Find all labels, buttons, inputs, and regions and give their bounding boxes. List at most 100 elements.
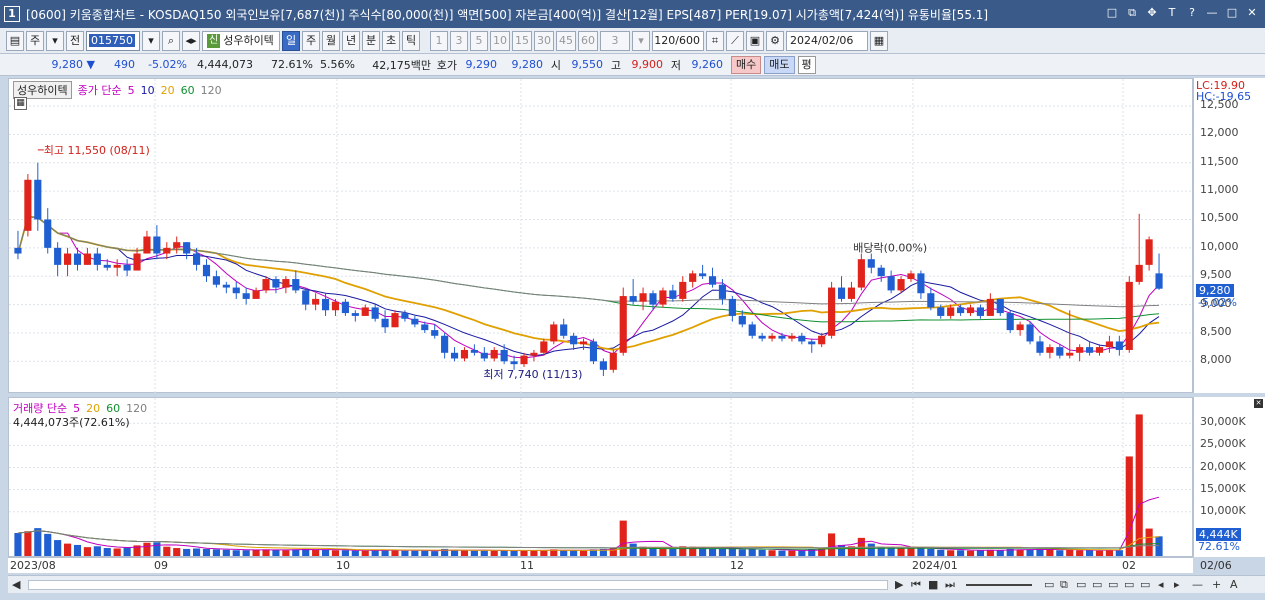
gear-icon[interactable]: ⚙: [766, 30, 784, 51]
auto-scale-icon[interactable]: A: [1230, 578, 1238, 591]
scroll-left-icon[interactable]: ◀: [12, 578, 20, 591]
volume-tick-label: 15,000K: [1200, 481, 1246, 495]
interval-5[interactable]: 5: [470, 30, 488, 51]
interval-dropdown-icon[interactable]: ▾: [632, 30, 650, 51]
period-minute[interactable]: 분: [362, 30, 380, 51]
layout-c-icon[interactable]: ▭: [1076, 578, 1086, 591]
tile-icon[interactable]: ⧉: [1125, 6, 1139, 20]
candle-body: [1076, 347, 1084, 353]
interval-3[interactable]: 3: [450, 30, 468, 51]
volume-chart-panel[interactable]: 거래량 단순 5 20 60 120 4,444,073주(72.61%): [8, 397, 1194, 558]
period-day[interactable]: 일: [282, 30, 300, 51]
volume-chart[interactable]: [9, 398, 1194, 558]
volume-bar: [192, 548, 201, 556]
price-axis: LC:19.90 HC:-19.65 12,500 12,000 11,500 11,…: [1193, 78, 1265, 393]
chart-menu-icon[interactable]: ▤: [6, 30, 24, 51]
interval-15[interactable]: 15: [512, 30, 532, 51]
calendar-icon[interactable]: ▦: [870, 30, 888, 51]
scroll-right-icon[interactable]: ▶: [895, 578, 903, 591]
stock-code-input[interactable]: 015750: [86, 30, 140, 51]
price-chart[interactable]: 최고 11,550 (08/11) 최저 7,740 (11/13) 배당락(0.0…: [9, 79, 1194, 394]
candle-body: [103, 264, 111, 268]
chart-scrollbar[interactable]: ◀ ▶ ⏮ ■ ⏭ ▭ ⧉ ▭ ▭ ▭ ▭ ▭ ◂ ▸ — + A: [8, 575, 1265, 593]
interval-10[interactable]: 10: [490, 30, 510, 51]
save-icon[interactable]: ▣: [746, 30, 764, 51]
candle-body: [917, 273, 925, 294]
candle-body: [788, 335, 796, 339]
date-input[interactable]: 2024/02/06: [786, 30, 868, 51]
layout-g-icon[interactable]: ▭: [1140, 578, 1150, 591]
interval-45[interactable]: 45: [556, 30, 576, 51]
next-icon[interactable]: ⏭: [945, 578, 955, 592]
layout-e-icon[interactable]: ▭: [1108, 578, 1118, 591]
x-label-2024-01: 2024/01: [912, 559, 958, 572]
period-tick[interactable]: 틱: [402, 30, 420, 51]
close-panel-icon[interactable]: ✕: [1254, 399, 1263, 408]
legend-ma20[interactable]: 20: [161, 84, 175, 97]
layout-a-icon[interactable]: ▭: [1044, 578, 1054, 591]
move-icon[interactable]: ✥: [1145, 6, 1159, 20]
close-button[interactable]: ✕: [1245, 6, 1259, 20]
legend-vol-ma5[interactable]: 5: [73, 402, 80, 415]
minimize-button[interactable]: —: [1205, 6, 1219, 20]
price-chart-panel[interactable]: 최고 11,550 (08/11) 최저 7,740 (11/13) 배당락(0.0…: [8, 78, 1194, 394]
type-select[interactable]: 주: [26, 30, 44, 51]
scroll-track[interactable]: [28, 580, 888, 590]
help-icon[interactable]: ?: [1185, 6, 1199, 20]
candle-body: [24, 179, 32, 231]
stock-name-box[interactable]: 신 성우하이텍: [202, 30, 280, 51]
search-icon[interactable]: ⌕: [162, 30, 180, 51]
draw-icon[interactable]: ⟋: [726, 30, 744, 51]
legend-ma120[interactable]: 120: [201, 84, 222, 97]
legend-ma5[interactable]: 5: [128, 84, 135, 97]
shrink-icon[interactable]: ◂: [1158, 578, 1164, 591]
interval-input[interactable]: 3: [600, 30, 630, 51]
layout-f-icon[interactable]: ▭: [1124, 578, 1134, 591]
maximize-button[interactable]: □: [1225, 6, 1239, 20]
volume-bar: [183, 548, 191, 556]
legend-vol-ma120[interactable]: 120: [126, 402, 147, 415]
prev-button[interactable]: 전: [66, 30, 84, 51]
layout-icon[interactable]: □: [1105, 6, 1119, 20]
stop-icon[interactable]: ■: [928, 578, 938, 591]
interval-1[interactable]: 1: [430, 30, 448, 51]
table-icon[interactable]: ▦: [14, 97, 27, 110]
buy-button[interactable]: 매수: [731, 55, 762, 74]
layout-b-icon[interactable]: ⧉: [1060, 578, 1068, 592]
period-month[interactable]: 월: [322, 30, 340, 51]
zoom-out-icon[interactable]: —: [1192, 578, 1203, 591]
volume-bar: [93, 546, 101, 556]
candle-body: [54, 247, 62, 265]
period-year[interactable]: 년: [342, 30, 360, 51]
sell-button[interactable]: 매도: [764, 55, 795, 74]
legend-vol-ma60[interactable]: 60: [106, 402, 120, 415]
volume-bar: [570, 550, 578, 556]
volume-bar: [421, 550, 429, 556]
price-tick-label: 10,000: [1200, 239, 1239, 253]
expand-icon[interactable]: ▸: [1174, 578, 1180, 591]
layout-d-icon[interactable]: ▭: [1092, 578, 1102, 591]
legend-ma10[interactable]: 10: [141, 84, 155, 97]
font-icon[interactable]: T: [1165, 6, 1179, 20]
volume-bar: [14, 532, 22, 556]
zoom-in-icon[interactable]: +: [1212, 578, 1221, 591]
candle-body: [173, 242, 181, 248]
interval-30[interactable]: 30: [534, 30, 554, 51]
bar-count-input[interactable]: 120/600: [652, 30, 704, 51]
flat-button[interactable]: 평: [797, 55, 816, 74]
first-icon[interactable]: ⏮: [911, 578, 921, 592]
zoom-slider[interactable]: [966, 584, 1032, 586]
interval-60[interactable]: 60: [578, 30, 598, 51]
volume-bar: [331, 550, 340, 556]
volume-bar: [1155, 536, 1163, 556]
legend-ma60[interactable]: 60: [181, 84, 195, 97]
chevron-down-icon[interactable]: ▾: [46, 30, 64, 51]
volume-bar: [1105, 549, 1113, 556]
open-label: 시: [550, 58, 561, 72]
period-second[interactable]: 초: [382, 30, 400, 51]
sound-icon[interactable]: ◂▸: [182, 30, 200, 51]
legend-vol-ma20[interactable]: 20: [86, 402, 100, 415]
code-dropdown-icon[interactable]: ▾: [142, 30, 160, 51]
indicator-icon[interactable]: ⌗: [706, 30, 724, 51]
period-week[interactable]: 주: [302, 30, 320, 51]
